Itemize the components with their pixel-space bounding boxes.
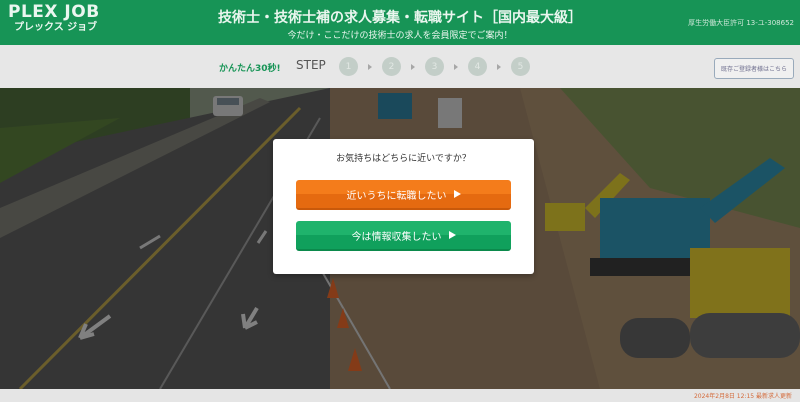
play-arrow-icon <box>448 231 456 239</box>
easy-30sec-label: かんたん30秒! <box>219 64 281 74</box>
step-arrow-icon <box>497 63 501 70</box>
license-number: 厚生労働大臣許可 13-ユ-308652 <box>688 19 794 27</box>
step-arrow-icon <box>454 63 458 70</box>
step-progress-bar: かんたん30秒! STEP 1 2 3 4 5 既存ご登録者様はこちら <box>0 45 800 88</box>
change-job-soon-button[interactable]: 近いうちに転職したい <box>296 180 511 210</box>
footer-bar: 2024年2月8日 12:15 最新求人更新 <box>0 389 800 402</box>
career-intent-modal: お気持ちはどちらに近いですか？ 近いうちに転職したい 今は情報収集したい <box>273 139 534 274</box>
existing-member-login-button[interactable]: 既存ご登録者様はこちら <box>714 58 794 79</box>
step-arrow-icon <box>411 63 415 70</box>
step-4: 4 <box>468 57 487 76</box>
collect-info-button[interactable]: 今は情報収集したい <box>296 221 511 251</box>
step-3: 3 <box>425 57 444 76</box>
play-arrow-icon <box>453 190 461 198</box>
step-label: STEP <box>296 58 326 72</box>
logo-main-text: PLEX JOB <box>8 2 100 22</box>
collect-info-label: 今は情報収集したい <box>351 231 442 243</box>
site-title: 技術士・技術士補の求人募集・転職サイト［国内最大級］ <box>218 10 582 26</box>
intent-question: お気持ちはどちらに近いですか？ <box>336 154 471 164</box>
change-job-soon-label: 近いうちに転職したい <box>346 190 447 202</box>
step-1: 1 <box>339 57 358 76</box>
step-indicators: 1 2 3 4 5 <box>339 57 530 76</box>
step-arrow-icon <box>368 63 372 70</box>
logo-sub-text: プレックス ジョブ <box>14 22 98 33</box>
step-5: 5 <box>511 57 530 76</box>
site-header: PLEX JOB プレックス ジョブ 技術士・技術士補の求人募集・転職サイト［国… <box>0 0 800 45</box>
site-subtitle: 今だけ・ここだけの技術士の求人を会員限定でご案内！ <box>287 31 513 41</box>
last-updated-text: 2024年2月8日 12:15 最新求人更新 <box>693 393 792 400</box>
step-2: 2 <box>382 57 401 76</box>
plexjob-logo[interactable]: PLEX JOB プレックス ジョブ <box>8 4 100 33</box>
